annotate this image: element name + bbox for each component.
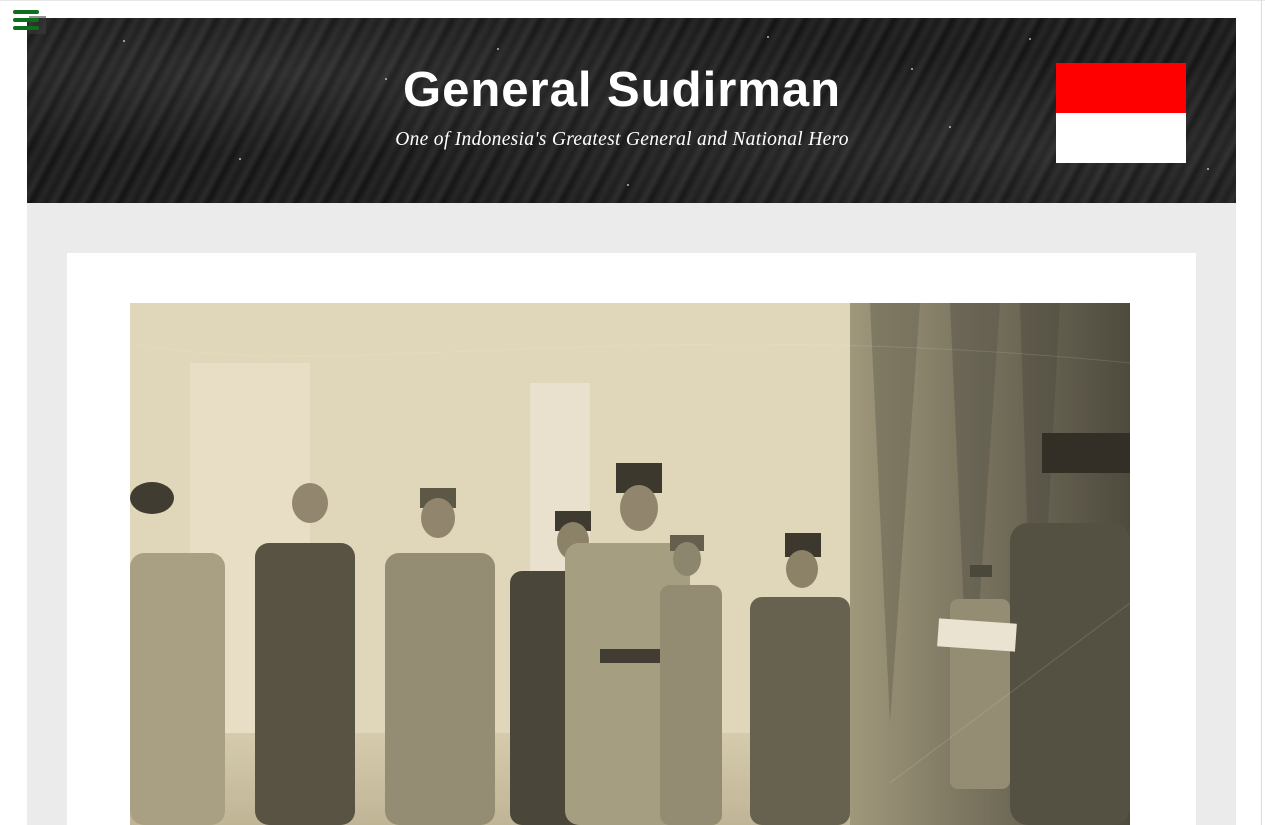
indonesia-flag-icon — [1056, 63, 1186, 163]
header-texture-speck — [767, 36, 769, 38]
header-texture-speck — [239, 158, 241, 160]
site-header: General Sudirman One of Indonesia's Grea… — [27, 18, 1236, 203]
header-texture-speck — [497, 48, 499, 50]
historical-photo-illustration — [130, 303, 1130, 825]
header-texture-speck — [123, 40, 125, 42]
header-texture-speck — [949, 126, 951, 128]
flag-white-stripe — [1056, 113, 1186, 163]
header-texture-speck — [627, 184, 629, 186]
site-tagline: One of Indonesia's Greatest General and … — [395, 129, 849, 150]
header-texture-speck — [1029, 38, 1031, 40]
menu-bar-top — [13, 10, 39, 14]
historical-photo — [130, 303, 1130, 825]
site-title[interactable]: General Sudirman — [27, 62, 1217, 118]
header-texture-speck — [1207, 168, 1209, 170]
hamburger-menu-icon[interactable] — [13, 10, 46, 34]
menu-bar-bottom — [13, 26, 39, 30]
right-border — [1261, 0, 1262, 825]
menu-bar-middle — [13, 18, 39, 22]
top-border — [0, 0, 1265, 1]
flag-red-stripe — [1056, 63, 1186, 113]
